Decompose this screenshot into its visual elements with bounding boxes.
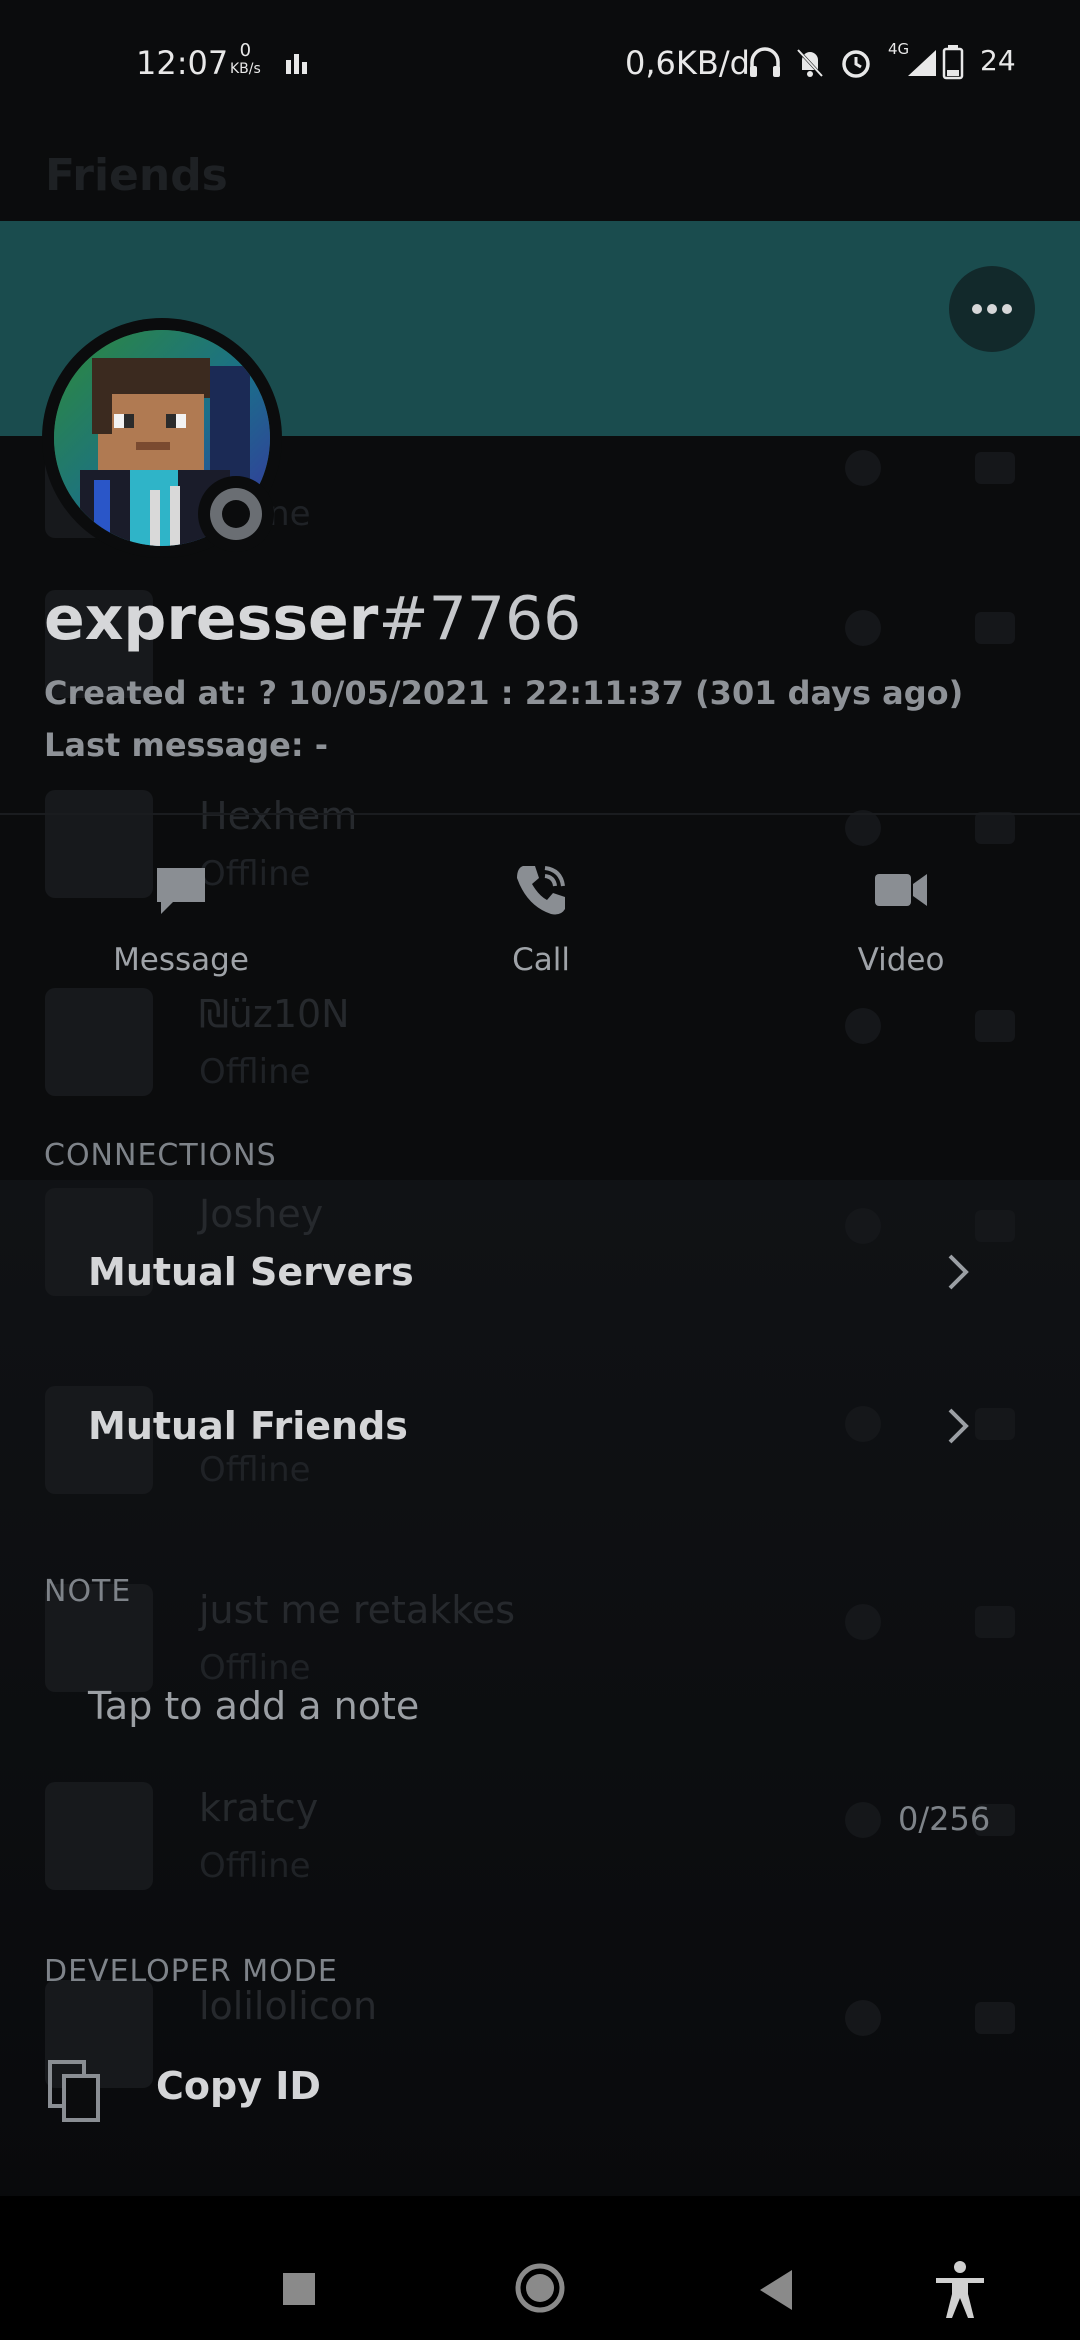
divider: [0, 813, 1080, 815]
mutual-friends-label: Mutual Friends: [88, 1404, 408, 1448]
home-button[interactable]: [514, 2262, 566, 2314]
mutual-servers-label: Mutual Servers: [88, 1250, 414, 1294]
video-button[interactable]: Video: [781, 862, 1021, 982]
created-at: Created at: ? 10/05/2021 : 22:11:37 (301…: [44, 674, 964, 712]
copy-id-button[interactable]: Copy ID: [44, 2052, 1036, 2132]
status-bar: 12:07 0 KB/s 0,6KB/d 4G 24: [0, 0, 1080, 125]
video-camera-icon: [875, 874, 927, 906]
note-placeholder: Tap to add a note: [88, 1684, 420, 1728]
developer-mode-title: DEVELOPER MODE: [44, 1954, 338, 1989]
profile-username: expresser#7766: [44, 584, 581, 654]
mutual-servers-item[interactable]: Mutual Servers: [44, 1210, 1036, 1340]
bell-muted-icon: [796, 48, 824, 78]
chat-bubble-icon: [157, 868, 205, 914]
mutual-friends-item[interactable]: Mutual Friends: [44, 1364, 1036, 1494]
message-label: Message: [113, 942, 249, 978]
username-discriminator: #7766: [378, 584, 582, 654]
headphones-icon: [750, 47, 780, 77]
alarm-icon: [842, 50, 870, 78]
background-title: Friends: [45, 150, 228, 201]
offline-status-icon: [210, 488, 262, 540]
status-indicator: [198, 476, 274, 552]
connections-title: CONNECTIONS: [44, 1138, 277, 1173]
chevron-right-icon: [948, 1254, 969, 1290]
note-title: NOTE: [44, 1574, 132, 1609]
more-options-button[interactable]: [949, 266, 1035, 352]
battery-level: 24: [980, 44, 1016, 77]
recents-button[interactable]: [282, 2272, 316, 2306]
video-label: Video: [857, 942, 945, 978]
signal-bars-icon: [286, 54, 307, 74]
chevron-right-icon: [948, 1408, 969, 1444]
message-button[interactable]: Message: [61, 862, 301, 982]
accessibility-icon[interactable]: [932, 2260, 988, 2320]
note-input[interactable]: Tap to add a note: [44, 1650, 1036, 1770]
status-time: 12:07: [136, 44, 229, 82]
call-button[interactable]: Call: [421, 862, 661, 982]
copy-id-label: Copy ID: [156, 2064, 321, 2108]
cell-signal-icon: [908, 50, 936, 76]
copy-icon: [48, 2060, 100, 2122]
phone-icon: [517, 866, 565, 915]
battery-icon: [942, 45, 964, 80]
more-dots-icon: [972, 304, 1012, 314]
status-speed: 0 KB/s: [230, 40, 261, 78]
status-network-speed: 0,6KB/d: [625, 44, 750, 82]
note-char-counter: 0/256: [898, 1800, 991, 1838]
background-friend-row: kratcy Offline: [45, 1782, 1045, 1902]
call-label: Call: [512, 942, 570, 978]
username-name: expresser: [44, 584, 379, 654]
back-button[interactable]: [756, 2268, 796, 2312]
background-friend-row: ₪üz10N Offline: [45, 988, 1045, 1108]
system-navigation-bar: [0, 2196, 1080, 2340]
last-message: Last message: -: [44, 726, 329, 764]
